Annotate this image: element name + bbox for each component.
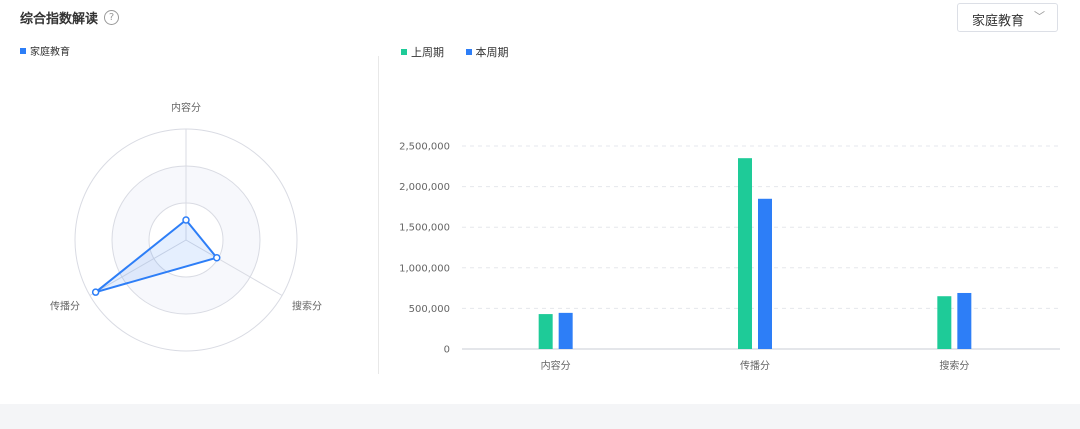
bar-y-tick-label: 1,500,000 [399,223,450,234]
radar-indicator-label: 内容分 [171,101,201,114]
radar-point [213,254,221,262]
bar-prev [738,158,752,349]
bar-y-tick-label: 2,000,000 [399,182,450,193]
bar-x-tick-label: 搜索分 [939,359,969,372]
bar-prev [538,314,553,349]
radar-point [182,216,190,224]
bar-prev [937,296,952,349]
bar-y-tick-label: 500,000 [409,304,450,315]
charts-canvas: 内容分搜索分传播分0500,0001,000,0001,500,0002,000… [50,101,1060,372]
bar-x-tick-label: 内容分 [541,359,571,372]
bar-y-tick-label: 1,000,000 [399,263,450,274]
bar-y-tick-label: 0 [444,345,450,356]
bar-curr [558,312,573,349]
radar-indicator-label: 搜索分 [292,300,322,313]
footer-band [0,404,1080,429]
bar-y-tick-label: 2,500,000 [399,142,450,153]
bar-curr [758,198,772,349]
radar-point [91,288,100,296]
radar-indicator-label: 传播分 [50,300,80,313]
bar-x-tick-label: 传播分 [740,359,770,372]
bar-curr [957,292,972,349]
